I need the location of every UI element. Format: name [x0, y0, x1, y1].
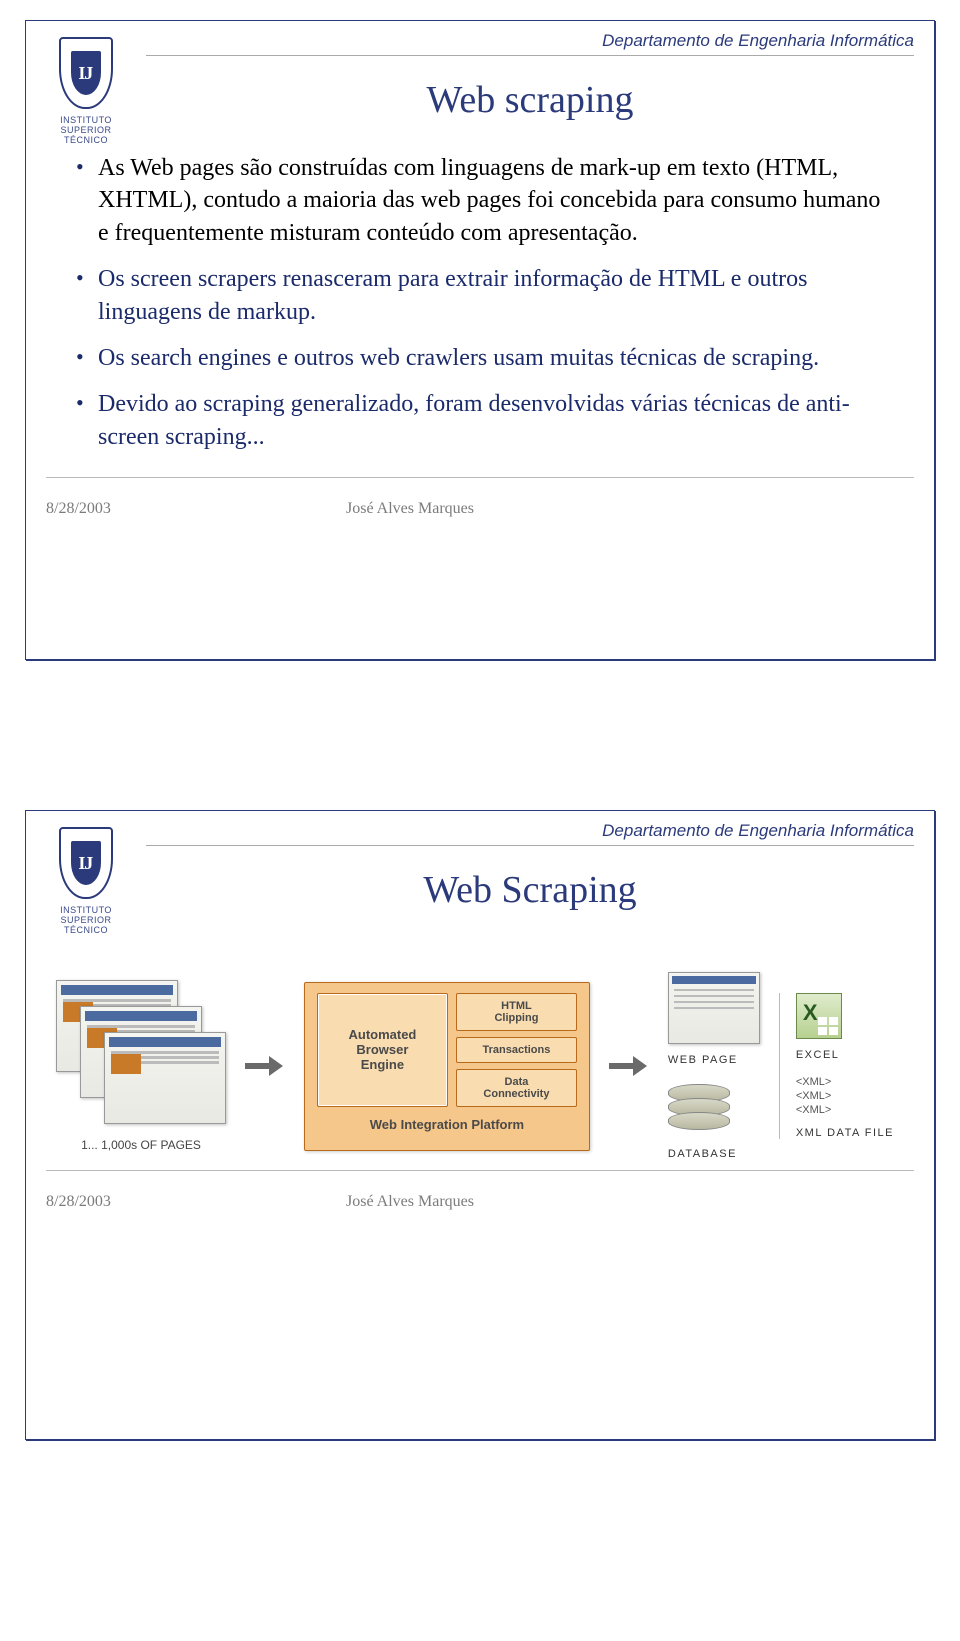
database-label: DATABASE — [668, 1148, 737, 1160]
logo-text-line-3: TÉCNICO — [64, 135, 108, 145]
slide-1: Ĳ INSTITUTO SUPERIOR TÉCNICO Departament… — [25, 20, 935, 660]
web-integration-platform-box: Automated Browser Engine HTML Clipping T… — [304, 982, 590, 1151]
logo-text-line-2: SUPERIOR — [60, 915, 111, 925]
institution-logo: Ĳ INSTITUTO SUPERIOR TÉCNICO — [46, 37, 126, 145]
header-divider — [146, 845, 914, 848]
slide-footer: 8/28/2003 José Alves Marques — [46, 1193, 914, 1211]
xml-tags-icon: <XML> <XML> <XML> — [796, 1075, 831, 1118]
automated-browser-engine-box: Automated Browser Engine — [317, 993, 448, 1107]
arrow-right-icon — [609, 1056, 649, 1076]
footer-divider — [46, 477, 914, 480]
slide-footer: 8/28/2003 José Alves Marques — [46, 500, 914, 518]
logo-shield-icon: Ĳ — [59, 37, 113, 109]
data-connectivity-box: Data Connectivity — [456, 1069, 577, 1107]
logo-text-line-1: INSTITUTO — [60, 905, 112, 915]
logo-text-line-3: TÉCNICO — [64, 925, 108, 935]
logo-monogram: Ĳ — [71, 51, 101, 95]
logo-shield-icon: Ĳ — [59, 827, 113, 899]
slide-title: Web scraping — [146, 78, 914, 122]
web-page-icon — [668, 972, 760, 1044]
logo-monogram: Ĳ — [71, 841, 101, 885]
header-divider — [146, 55, 914, 58]
xml-file-label: XML DATA FILE — [796, 1127, 894, 1139]
footer-date: 8/28/2003 — [46, 500, 166, 518]
bullet-item: Os search engines e outros web crawlers … — [76, 342, 884, 374]
logo-text-line-2: SUPERIOR — [60, 125, 111, 135]
database-icon — [668, 1084, 728, 1138]
department-header: Departamento de Engenharia Informática — [146, 31, 914, 51]
department-header: Departamento de Engenharia Informática — [146, 821, 914, 841]
transactions-box: Transactions — [456, 1037, 577, 1063]
web-scraping-diagram: 1... 1,000s OF PAGES Automated Browser E… — [46, 942, 914, 1170]
excel-icon — [796, 993, 842, 1039]
bullet-item: Os screen scrapers renasceram para extra… — [76, 263, 884, 328]
bullet-item: Devido ao scraping generalizado, foram d… — [76, 388, 884, 453]
logo-text-line-1: INSTITUTO — [60, 115, 112, 125]
slide-title: Web Scraping — [146, 868, 914, 912]
footer-author: José Alves Marques — [206, 1193, 914, 1211]
footer-divider — [46, 1170, 914, 1173]
platform-label: Web Integration Platform — [370, 1117, 524, 1132]
slide-2: Ĳ INSTITUTO SUPERIOR TÉCNICO Departament… — [25, 810, 935, 1440]
institution-logo: Ĳ INSTITUTO SUPERIOR TÉCNICO — [46, 827, 126, 935]
footer-author: José Alves Marques — [206, 500, 914, 518]
bullet-item: As Web pages são construídas com linguag… — [76, 152, 884, 249]
arrow-right-icon — [245, 1056, 285, 1076]
web-pages-stack-icon — [56, 980, 226, 1130]
footer-date: 8/28/2003 — [46, 1193, 166, 1211]
web-page-label: WEB PAGE — [668, 1054, 738, 1066]
excel-label: EXCEL — [796, 1049, 840, 1061]
pages-caption: 1... 1,000s OF PAGES — [81, 1138, 201, 1152]
bullet-list: As Web pages são construídas com linguag… — [46, 152, 914, 453]
html-clipping-box: HTML Clipping — [456, 993, 577, 1031]
